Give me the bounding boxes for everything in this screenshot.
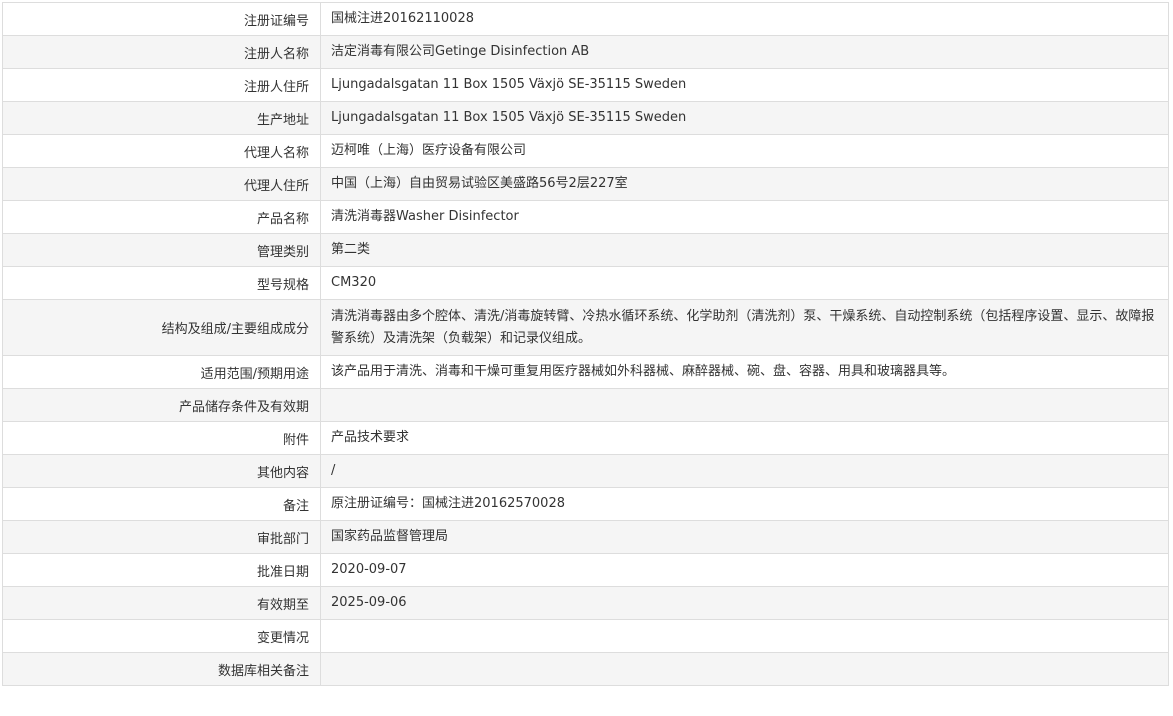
field-label: 管理类别 [2,233,321,267]
field-label: 有效期至 [2,586,321,620]
table-row: 生产地址 Ljungadalsgatan 11 Box 1505 Växjö S… [2,101,1169,135]
field-label: 产品储存条件及有效期 [2,388,321,422]
table-row: 变更情况 [2,619,1169,653]
table-row: 代理人名称 迈柯唯（上海）医疗设备有限公司 [2,134,1169,168]
field-value: 该产品用于清洗、消毒和干燥可重复用医疗器械如外科器械、麻醉器械、碗、盘、容器、用… [320,355,1169,389]
table-row: 审批部门 国家药品监督管理局 [2,520,1169,554]
table-row: 批准日期 2020-09-07 [2,553,1169,587]
field-value: Ljungadalsgatan 11 Box 1505 Växjö SE-351… [320,101,1169,135]
registration-detail-table: 注册证编号 国械注进20162110028 注册人名称 洁定消毒有限公司Geti… [2,2,1169,686]
table-row: 型号规格 CM320 [2,266,1169,300]
field-label: 结构及组成/主要组成成分 [2,299,321,356]
field-value: 第二类 [320,233,1169,267]
field-label: 变更情况 [2,619,321,653]
field-value: 原注册证编号：国械注进20162570028 [320,487,1169,521]
field-value: 2020-09-07 [320,553,1169,587]
field-label: 代理人名称 [2,134,321,168]
field-value: 清洗消毒器由多个腔体、清洗/消毒旋转臂、冷热水循环系统、化学助剂（清洗剂）泵、干… [320,299,1169,356]
table-row: 注册人名称 洁定消毒有限公司Getinge Disinfection AB [2,35,1169,69]
field-value: 中国（上海）自由贸易试验区美盛路56号2层227室 [320,167,1169,201]
field-label: 适用范围/预期用途 [2,355,321,389]
field-value: 国械注进20162110028 [320,2,1169,36]
field-label: 审批部门 [2,520,321,554]
table-row: 管理类别 第二类 [2,233,1169,267]
field-value: 洁定消毒有限公司Getinge Disinfection AB [320,35,1169,69]
table-row: 附件 产品技术要求 [2,421,1169,455]
table-row: 注册证编号 国械注进20162110028 [2,2,1169,36]
field-value: 2025-09-06 [320,586,1169,620]
field-label: 注册人住所 [2,68,321,102]
field-label: 其他内容 [2,454,321,488]
field-label: 备注 [2,487,321,521]
table-row: 备注 原注册证编号：国械注进20162570028 [2,487,1169,521]
table-row: 数据库相关备注 [2,652,1169,686]
field-label: 生产地址 [2,101,321,135]
field-value: 国家药品监督管理局 [320,520,1169,554]
field-label: 注册证编号 [2,2,321,36]
field-label: 数据库相关备注 [2,652,321,686]
field-value: CM320 [320,266,1169,300]
field-value: / [320,454,1169,488]
field-value: 产品技术要求 [320,421,1169,455]
field-label: 附件 [2,421,321,455]
table-row: 注册人住所 Ljungadalsgatan 11 Box 1505 Växjö … [2,68,1169,102]
table-row: 代理人住所 中国（上海）自由贸易试验区美盛路56号2层227室 [2,167,1169,201]
field-label: 型号规格 [2,266,321,300]
table-row: 适用范围/预期用途 该产品用于清洗、消毒和干燥可重复用医疗器械如外科器械、麻醉器… [2,355,1169,389]
field-label: 代理人住所 [2,167,321,201]
table-row: 有效期至 2025-09-06 [2,586,1169,620]
field-label: 注册人名称 [2,35,321,69]
field-label: 产品名称 [2,200,321,234]
field-value: 迈柯唯（上海）医疗设备有限公司 [320,134,1169,168]
table-row: 结构及组成/主要组成成分 清洗消毒器由多个腔体、清洗/消毒旋转臂、冷热水循环系统… [2,299,1169,356]
table-row: 产品储存条件及有效期 [2,388,1169,422]
field-label: 批准日期 [2,553,321,587]
table-row: 其他内容 / [2,454,1169,488]
table-row: 产品名称 清洗消毒器Washer Disinfector [2,200,1169,234]
field-value: Ljungadalsgatan 11 Box 1505 Växjö SE-351… [320,68,1169,102]
field-value [320,652,1169,686]
field-value: 清洗消毒器Washer Disinfector [320,200,1169,234]
field-value [320,619,1169,653]
field-value [320,388,1169,422]
